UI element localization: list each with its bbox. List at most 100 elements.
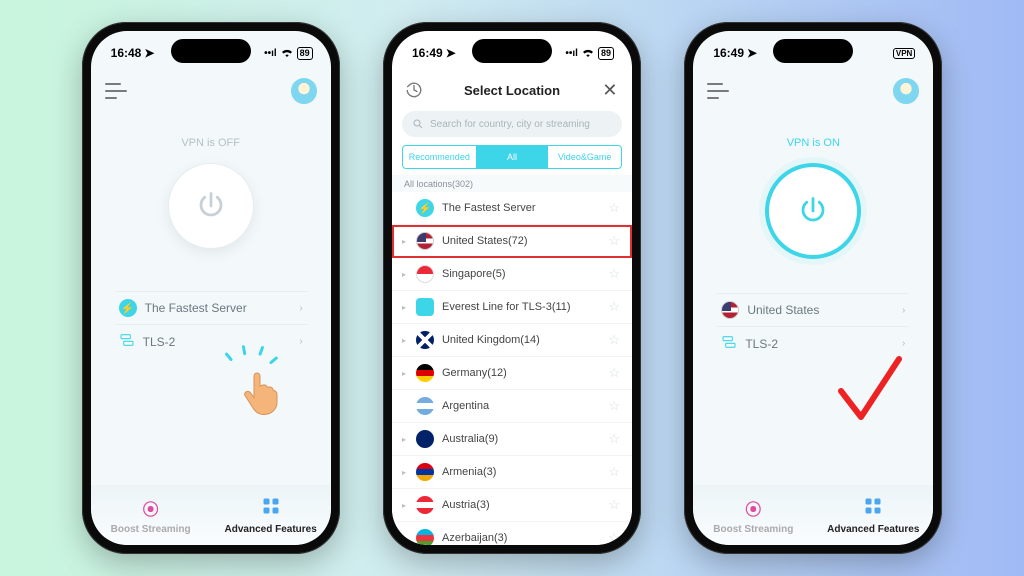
location-label: Armenia(3) xyxy=(442,466,496,478)
advanced-features-button[interactable]: Advanced Features xyxy=(813,486,933,545)
favorite-star-icon[interactable]: ☆ xyxy=(608,530,620,545)
flag-au-icon xyxy=(416,430,434,448)
play-circle-icon: ⦿ xyxy=(745,496,761,520)
location-arrow-icon: ➤ xyxy=(446,46,456,60)
battery-indicator: 89 xyxy=(297,47,313,60)
expand-caret-icon: ▸ xyxy=(400,303,408,312)
server-selector[interactable]: ⚡ The Fastest Server › xyxy=(115,291,307,324)
flag-sg-icon xyxy=(416,265,434,283)
favorite-star-icon[interactable]: ☆ xyxy=(608,365,620,381)
protocol-label: TLS-2 xyxy=(745,337,778,351)
tab-recommended[interactable]: Recommended xyxy=(403,146,476,168)
tab-all[interactable]: All xyxy=(476,146,549,168)
server-label: United States xyxy=(747,303,819,317)
phone-2-select-location: 16:49➤ ••ıl 89 Select Location ✕ Search … xyxy=(383,22,641,554)
expand-caret-icon: ▸ xyxy=(400,534,408,543)
location-label: Everest Line for TLS-3(11) xyxy=(442,301,571,313)
location-label: The Fastest Server xyxy=(442,202,536,214)
bottom-bar: ⦿ Boost Streaming Advanced Features xyxy=(693,485,933,545)
expand-caret-icon: ▸ xyxy=(400,501,408,510)
location-row[interactable]: ▸ Austria(3) ☆ xyxy=(392,489,632,522)
boost-streaming-button[interactable]: ⦿ Boost Streaming xyxy=(91,486,211,545)
flag-ar-icon xyxy=(416,397,434,415)
location-row[interactable]: ▸ Armenia(3) ☆ xyxy=(392,456,632,489)
expand-caret-icon: ▸ xyxy=(400,237,408,246)
avatar[interactable] xyxy=(291,78,317,104)
dynamic-island xyxy=(171,39,251,63)
clock: 16:49 xyxy=(713,46,744,60)
flag-uk-icon xyxy=(416,331,434,349)
boost-streaming-button[interactable]: ⦿ Boost Streaming xyxy=(693,486,813,545)
dynamic-island xyxy=(773,39,853,63)
location-row[interactable]: ▸ Azerbaijan(3) ☆ xyxy=(392,522,632,545)
location-row[interactable]: ▸ Germany(12) ☆ xyxy=(392,357,632,390)
chevron-right-icon: › xyxy=(902,338,905,349)
location-tabs: Recommended All Video&Game xyxy=(402,145,622,169)
menu-icon[interactable] xyxy=(105,83,127,99)
vpn-status-label: VPN is OFF xyxy=(181,137,240,149)
tab-video-game[interactable]: Video&Game xyxy=(548,146,621,168)
close-icon[interactable]: ✕ xyxy=(600,80,620,100)
favorite-star-icon[interactable]: ☆ xyxy=(608,299,620,315)
location-row[interactable]: Argentina☆ xyxy=(392,390,632,423)
location-label: Azerbaijan(3) xyxy=(442,532,507,544)
power-button[interactable] xyxy=(168,163,254,249)
vpn-status-label: VPN is ON xyxy=(787,137,840,149)
location-arrow-icon: ➤ xyxy=(747,46,757,60)
app-navbar xyxy=(693,73,933,109)
chevron-right-icon: › xyxy=(299,336,302,347)
chevron-right-icon: › xyxy=(299,303,302,314)
protocol-selector[interactable]: TLS-2 › xyxy=(717,326,909,360)
history-icon[interactable] xyxy=(404,80,424,100)
location-row[interactable]: ▸ Everest Line for TLS-3(11) ☆ xyxy=(392,291,632,324)
favorite-star-icon[interactable]: ☆ xyxy=(608,431,620,447)
search-icon xyxy=(412,118,424,130)
protocol-label: TLS-2 xyxy=(143,335,176,349)
flag-us-icon xyxy=(416,232,434,250)
location-row[interactable]: ▸Australia(9)☆ xyxy=(392,423,632,456)
shield-icon xyxy=(416,298,434,316)
avatar[interactable] xyxy=(893,78,919,104)
location-row[interactable]: ▸United States(72)☆ xyxy=(392,225,632,258)
flag-az-icon xyxy=(416,529,434,545)
server-selector[interactable]: United States › xyxy=(717,293,909,326)
favorite-star-icon[interactable]: ☆ xyxy=(608,233,620,249)
vpn-badge: VPN xyxy=(893,48,915,59)
location-row[interactable]: ▸United Kingdom(14)☆ xyxy=(392,324,632,357)
location-row[interactable]: ▸Singapore(5)☆ xyxy=(392,258,632,291)
location-label: Germany(12) xyxy=(442,367,507,379)
favorite-star-icon[interactable]: ☆ xyxy=(608,332,620,348)
advanced-features-button[interactable]: Advanced Features xyxy=(211,486,331,545)
protocol-icon xyxy=(721,334,737,353)
location-row[interactable]: ⚡ The Fastest Server ☆ xyxy=(392,192,632,225)
protocol-icon xyxy=(119,332,135,351)
app-navbar xyxy=(91,73,331,109)
favorite-star-icon[interactable]: ☆ xyxy=(608,200,620,216)
expand-caret-icon: ▸ xyxy=(400,369,408,378)
server-label: The Fastest Server xyxy=(145,301,247,315)
protocol-selector[interactable]: TLS-2 › xyxy=(115,324,307,358)
clock: 16:48 xyxy=(111,46,142,60)
power-button[interactable] xyxy=(765,163,861,259)
location-label: Singapore(5) xyxy=(442,268,506,280)
play-circle-icon: ⦿ xyxy=(143,496,159,520)
signal-icon: ••ıl xyxy=(264,48,277,59)
search-input[interactable]: Search for country, city or streaming xyxy=(402,111,622,137)
flag-us-icon xyxy=(721,301,739,319)
favorite-star-icon[interactable]: ☆ xyxy=(608,266,620,282)
favorite-star-icon[interactable]: ☆ xyxy=(608,464,620,480)
flag-at-icon xyxy=(416,496,434,514)
location-list[interactable]: ⚡The Fastest Server☆▸United States(72)☆▸… xyxy=(392,192,632,545)
wifi-icon xyxy=(280,47,294,60)
phone-3-vpn-on: 16:49➤ VPN VPN is ON United States › xyxy=(684,22,942,554)
location-label: United Kingdom(14) xyxy=(442,334,540,346)
favorite-star-icon[interactable]: ☆ xyxy=(608,398,620,414)
checkmark-annotation xyxy=(835,353,905,438)
bolt-icon: ⚡ xyxy=(416,199,434,217)
grid-icon xyxy=(262,497,280,520)
expand-caret-icon: ▸ xyxy=(400,468,408,477)
menu-icon[interactable] xyxy=(707,83,729,99)
chevron-right-icon: › xyxy=(902,305,905,316)
location-label: Austria(3) xyxy=(442,499,490,511)
favorite-star-icon[interactable]: ☆ xyxy=(608,497,620,513)
